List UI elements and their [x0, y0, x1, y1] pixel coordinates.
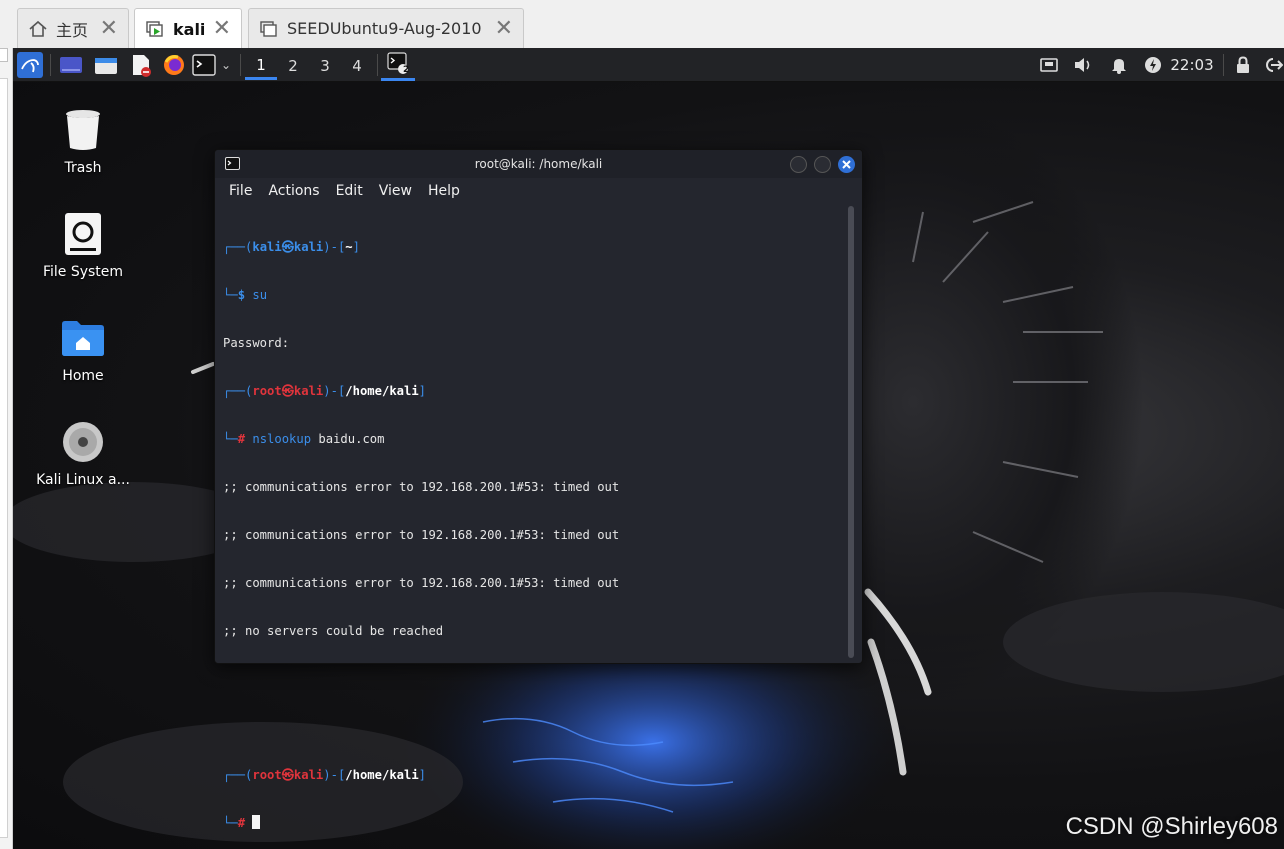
vm-tab-label: 主页 [56, 20, 89, 40]
output-line: ;; communications error to 192.168.200.1… [223, 576, 620, 590]
desktop-icon-label: Kali Linux a... [36, 472, 130, 488]
host-sidebar-edge [0, 48, 13, 849]
network-icon[interactable] [1037, 48, 1061, 82]
power-icon[interactable] [1141, 48, 1165, 82]
home-folder-icon [61, 316, 105, 360]
close-icon[interactable]: ✕ [213, 18, 231, 40]
close-icon[interactable]: ✕ [495, 17, 513, 40]
desktop-icon-home[interactable]: Home [28, 316, 138, 384]
terminal-icon [225, 157, 240, 173]
close-icon[interactable]: ✕ [100, 17, 118, 40]
vm-tab-bar: 主页 ✕ kali ✕ SEEDUbuntu9-Aug-2010 ✕ [0, 0, 1284, 49]
terminal-titlebar[interactable]: root@kali: /home/kali [215, 150, 862, 178]
vm-icon [259, 19, 279, 39]
vm-tab-home[interactable]: 主页 ✕ [17, 8, 129, 48]
menu-view[interactable]: View [379, 183, 412, 199]
window-title: root@kali: /home/kali [474, 157, 603, 171]
firefox-icon[interactable] [161, 48, 187, 82]
workspace-4[interactable]: 4 [341, 52, 373, 80]
terminal-window[interactable]: root@kali: /home/kali File Actions Edit … [214, 149, 863, 830]
command-line: └─$ su [223, 288, 268, 302]
kali-panel: ⌄ 1 2 3 4 2 22:03 [13, 48, 1284, 82]
file-manager-icon[interactable] [93, 48, 119, 82]
kali-menu-icon[interactable] [17, 48, 43, 82]
desktop-icon-label: Trash [64, 160, 102, 176]
kali-desktop: ⌄ 1 2 3 4 2 22:03 Trash File System Home… [13, 48, 1284, 849]
terminal-icon[interactable] [191, 48, 217, 82]
chevron-down-icon[interactable]: ⌄ [219, 48, 233, 82]
trash-icon [61, 108, 105, 152]
watermark: CSDN @Shirley608 [1065, 813, 1278, 840]
prompt-line: ┌──(root㉿kali)-[/home/kali] [223, 768, 427, 782]
menu-file[interactable]: File [229, 183, 252, 199]
terminal-menubar: File Actions Edit View Help [215, 178, 862, 204]
menu-actions[interactable]: Actions [268, 183, 319, 199]
vm-running-icon [145, 19, 165, 39]
close-icon [842, 160, 851, 169]
prompt-line: ┌──(kali㉿kali)-[~] [223, 240, 360, 254]
vm-tab-seed[interactable]: SEEDUbuntu9-Aug-2010 ✕ [248, 8, 524, 48]
drive-icon [61, 212, 105, 256]
scrollbar[interactable] [848, 206, 854, 658]
taskbar-terminal-button[interactable]: 2 [381, 48, 415, 81]
desktop-icon-trash[interactable]: Trash [28, 108, 138, 176]
output-line: Password: [223, 336, 290, 350]
vm-tab-label: kali [173, 19, 206, 39]
desktop-icon[interactable] [58, 48, 84, 82]
output-line: ;; communications error to 192.168.200.1… [223, 480, 620, 494]
logout-icon[interactable] [1263, 48, 1283, 82]
output-line: ;; no servers could be reached [223, 624, 444, 638]
text-cursor [252, 815, 261, 829]
close-button[interactable] [838, 156, 855, 173]
disc-icon [61, 420, 105, 464]
notifications-icon[interactable] [1107, 48, 1131, 82]
menu-help[interactable]: Help [428, 183, 460, 199]
minimize-button[interactable] [790, 156, 807, 173]
workspace-3[interactable]: 3 [309, 52, 341, 80]
command-line: └─# [223, 815, 843, 831]
clock[interactable]: 22:03 [1170, 48, 1213, 82]
text-editor-icon[interactable] [128, 48, 154, 82]
vm-tab-label: SEEDUbuntu9-Aug-2010 [287, 19, 482, 38]
desktop-icon-filesystem[interactable]: File System [28, 212, 138, 280]
prompt-line: ┌──(root㉿kali)-[/home/kali] [223, 384, 427, 398]
desktop-icon-label: Home [62, 368, 104, 384]
output-line: ;; communications error to 192.168.200.1… [223, 528, 620, 542]
terminal-output[interactable]: ┌──(kali㉿kali)-[~] └─$ su Password: ┌──(… [223, 207, 843, 830]
maximize-button[interactable] [814, 156, 831, 173]
volume-icon[interactable] [1071, 48, 1095, 82]
desktop-icon-kali-disc[interactable]: Kali Linux a... [28, 420, 138, 488]
lock-icon[interactable] [1231, 48, 1255, 82]
menu-edit[interactable]: Edit [336, 183, 363, 199]
workspace-1[interactable]: 1 [245, 52, 277, 80]
command-line: └─# nslookup baidu.com [223, 432, 385, 446]
desktop-icon-label: File System [42, 264, 124, 280]
taskbar-badge: 2 [403, 65, 410, 75]
workspace-2[interactable]: 2 [277, 52, 309, 80]
home-icon [28, 19, 48, 39]
vm-tab-kali[interactable]: kali ✕ [134, 8, 242, 49]
